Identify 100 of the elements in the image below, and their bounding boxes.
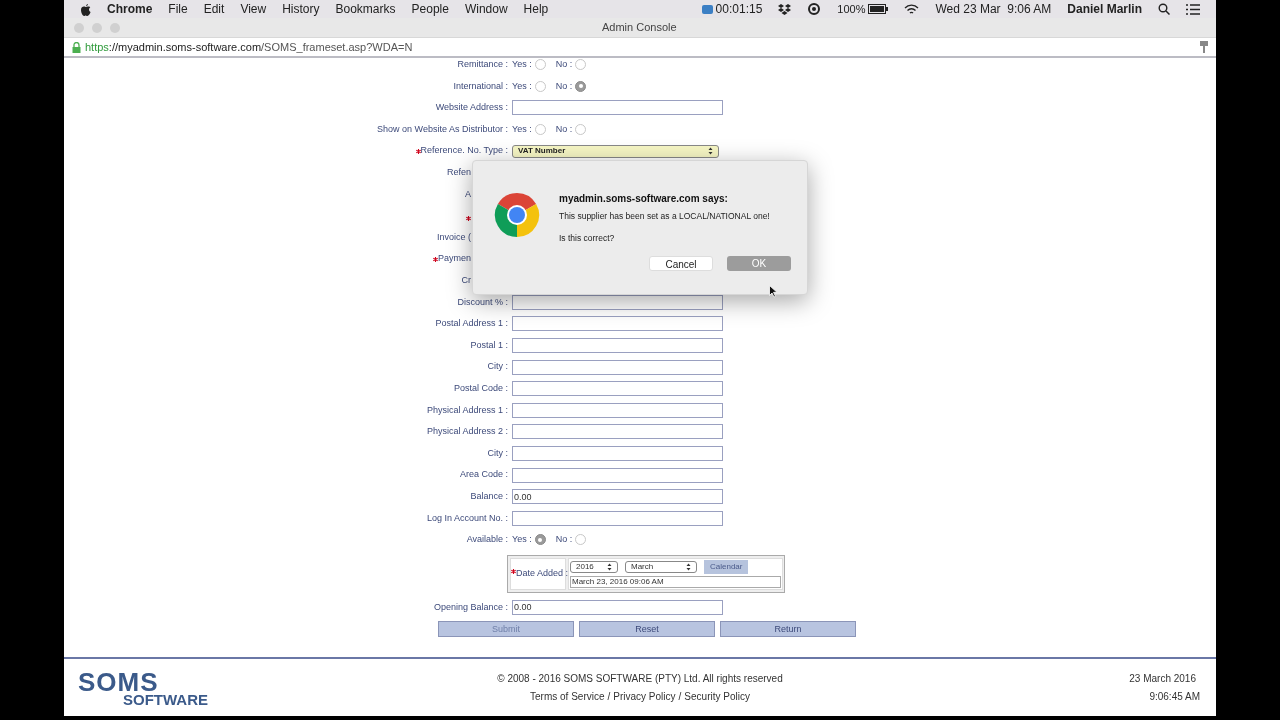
radio-button[interactable] (575, 80, 587, 92)
text-field[interactable] (512, 424, 723, 440)
option-label: Yes : (512, 58, 532, 72)
field-label: Postal Code : (453, 381, 508, 395)
field-label: Reference. No. Type : (420, 144, 508, 158)
field-label: Postal Address 1 : (435, 317, 508, 331)
menu-item[interactable]: Edit (203, 0, 225, 18)
list-icon[interactable] (1186, 3, 1200, 15)
text-field[interactable] (512, 359, 723, 375)
field-label: Refen (446, 166, 471, 179)
field-label: Area Code : (459, 468, 508, 482)
chevron-icon (708, 147, 713, 156)
dialog-question: Is this correct? (559, 232, 616, 245)
menu-item[interactable]: File (168, 0, 188, 18)
radio-button[interactable] (534, 80, 546, 92)
text-field[interactable] (512, 316, 723, 332)
field-label: Website Address : (435, 101, 508, 115)
sync-icon[interactable] (807, 3, 822, 15)
menu-item[interactable]: Window (464, 0, 508, 18)
field-label: Opening Balance : (433, 600, 508, 614)
window-title: Admin Console (602, 20, 677, 36)
menu-item[interactable]: Bookmarks (335, 0, 396, 18)
radio-button[interactable] (575, 59, 587, 71)
option-label: No : (555, 122, 573, 136)
radio-button[interactable] (575, 534, 587, 546)
radio-button[interactable] (534, 124, 546, 136)
lock-icon (72, 41, 81, 53)
menu-item[interactable]: History (282, 0, 320, 18)
option-label: No : (555, 533, 573, 547)
text-field[interactable]: 0.00 (512, 489, 723, 505)
key-icon[interactable] (1200, 41, 1208, 53)
clock[interactable]: Wed 23 Mar 9:06 AM (935, 0, 1052, 18)
soms-logo: SOMS SOFTWARE (78, 668, 209, 707)
option-label: No : (555, 58, 573, 72)
text-field[interactable] (512, 100, 723, 116)
text-field[interactable] (512, 510, 723, 526)
option-label: Yes : (512, 79, 532, 93)
field-label: Paymen (437, 252, 471, 266)
year-dropdown[interactable]: 2016 (570, 560, 618, 573)
camera-icon[interactable] (701, 4, 713, 14)
chevron-icon (607, 562, 612, 571)
form-button[interactable]: Reset (579, 621, 715, 638)
field-label: Cr (461, 274, 471, 287)
field-label: Discount % : (457, 295, 508, 309)
text-field[interactable] (512, 446, 723, 461)
field-label: Physical Address 2 : (426, 425, 508, 439)
battery-percent[interactable]: 100% (837, 0, 866, 18)
menu-item[interactable]: People (411, 0, 449, 18)
field-label: Physical Address 1 : (426, 403, 508, 417)
text-field[interactable]: 0.00 (512, 599, 723, 615)
field-label: Show on Website As Distributor : (377, 122, 508, 136)
field-label: Date Added : (516, 566, 569, 580)
text-field[interactable] (512, 467, 723, 483)
dropdown[interactable]: VAT Number (512, 144, 719, 158)
dialog-title: myadmin.soms-software.com says: (559, 192, 729, 206)
search-icon[interactable] (1158, 3, 1170, 15)
option-label: No : (555, 79, 573, 93)
user-name[interactable]: Daniel Marlin (1067, 0, 1142, 18)
field-label: International : (453, 79, 508, 93)
text-field[interactable] (512, 338, 723, 353)
dialog-button[interactable]: Cancel (649, 255, 713, 271)
radio-button[interactable] (534, 59, 546, 71)
footer-link[interactable]: Privacy Policy (613, 689, 676, 704)
footer-date: 23 March 2016 (1129, 672, 1196, 686)
menu-item[interactable]: Help (523, 0, 549, 18)
recording-time[interactable]: 00:01:15 (715, 0, 763, 18)
text-field[interactable] (512, 402, 723, 418)
text-field[interactable] (512, 381, 723, 397)
url-field[interactable]: https://myadmin.soms-software.com/SOMS_frameset.asp?WDA=N (85, 38, 1196, 56)
footer-link[interactable]: Terms of Service (530, 689, 605, 704)
app-menu[interactable]: Chrome (107, 0, 153, 18)
dropbox-icon[interactable] (778, 3, 792, 15)
dialog-message: This supplier has been set as a LOCAL/NATIONAL one! (559, 211, 771, 222)
battery-icon[interactable] (868, 4, 889, 14)
field-label: Available : (466, 533, 508, 547)
option-label: Yes : (512, 533, 532, 547)
link-separator: / (607, 690, 611, 704)
apple-icon[interactable] (80, 2, 91, 16)
radio-button[interactable] (575, 124, 587, 136)
copyright-text: © 2008 - 2016 SOMS SOFTWARE (PTY) Ltd. All rights reserved (497, 672, 783, 686)
radio-button[interactable] (534, 534, 546, 546)
field-label: Remittance : (457, 58, 508, 72)
month-dropdown[interactable]: March (625, 560, 697, 573)
chrome-logo-icon (493, 191, 541, 239)
field-label: City : (487, 360, 508, 374)
footer-time: 9:06:45 AM (1149, 690, 1200, 704)
field-label: Balance : (470, 489, 508, 503)
footer-link[interactable]: Security Policy (684, 689, 750, 704)
cursor-icon (769, 285, 777, 298)
form-button[interactable]: Return (720, 621, 856, 638)
wifi-icon[interactable] (904, 3, 920, 15)
date-field[interactable]: March 23, 2016 09:06 AM (570, 575, 781, 588)
calendar-button[interactable]: Calendar (704, 559, 749, 574)
option-label: Yes : (512, 122, 532, 136)
field-label: Log In Account No. : (426, 511, 508, 525)
chevron-icon (686, 562, 691, 571)
link-separator: / (678, 690, 682, 704)
field-label: Invoice ( (437, 230, 471, 244)
menu-item[interactable]: View (240, 0, 267, 18)
field-label: A (465, 187, 471, 201)
